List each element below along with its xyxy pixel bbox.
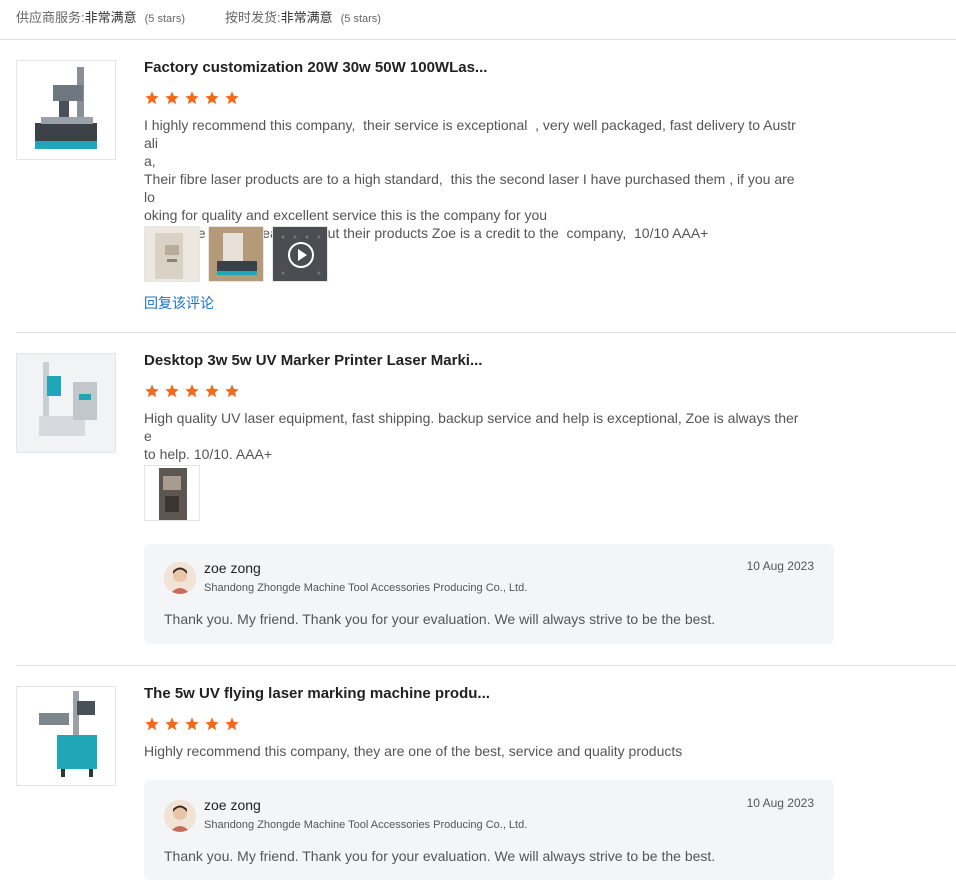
reply-date: 10 Aug 2023 (746, 796, 814, 810)
product-title[interactable]: The 5w UV flying laser marking machine p… (144, 685, 490, 702)
review-text: Highly recommend this company, they are … (144, 743, 683, 759)
star-icon (165, 717, 179, 731)
delivery-value: 非常满意 (280, 9, 333, 25)
avatar (164, 562, 196, 594)
reply-to-review-link[interactable]: 回复该评论 (144, 293, 214, 313)
star-rating (144, 383, 240, 399)
supplier-reply: zoe zong Shandong Zhongde Machine Tool A… (144, 544, 834, 644)
star-icon (145, 717, 159, 731)
star-icon (205, 384, 219, 398)
review-photo[interactable] (144, 465, 200, 521)
product-title[interactable]: Desktop 3w 5w UV Marker Printer Laser Ma… (144, 352, 482, 369)
star-icon (185, 384, 199, 398)
product-image[interactable] (16, 60, 116, 160)
star-icon (205, 91, 219, 105)
reply-author-name: zoe zong (204, 797, 261, 813)
star-icon (225, 717, 239, 731)
product-title[interactable]: Factory customization 20W 30w 50W 100WLa… (144, 59, 487, 76)
star-icon (145, 91, 159, 105)
product-image[interactable] (16, 686, 116, 786)
star-icon (185, 91, 199, 105)
rating-summary: 供应商服务: 非常满意 (5 stars) 按时发货: 非常满意 (5 star… (16, 7, 421, 25)
review-media (144, 226, 328, 282)
reply-text: Thank you. My friend. Thank you for your… (164, 848, 716, 864)
reply-company-name: Shandong Zhongde Machine Tool Accessorie… (204, 582, 528, 594)
supplier-service-rating: 供应商服务: 非常满意 (5 stars) (16, 7, 185, 26)
star-icon (225, 384, 239, 398)
delivery-label: 按时发货: (224, 9, 281, 25)
star-icon (165, 384, 179, 398)
review-text: High quality UV laser equipment, fast sh… (144, 410, 799, 462)
star-rating (144, 90, 240, 106)
supplier-service-label: 供应商服务: (16, 9, 85, 25)
divider (16, 665, 956, 666)
on-time-delivery-rating: 按时发货: 非常满意 (5 stars) (225, 7, 381, 26)
star-icon (225, 91, 239, 105)
star-rating (144, 716, 240, 732)
star-icon (205, 717, 219, 731)
review-text: I highly recommend this company, their s… (144, 117, 796, 241)
star-icon (145, 384, 159, 398)
review-photo[interactable] (144, 226, 200, 282)
supplier-reply: zoe zong Shandong Zhongde Machine Tool A… (144, 780, 834, 880)
supplier-service-value: 非常满意 (84, 9, 137, 25)
star-icon (185, 717, 199, 731)
product-image[interactable] (16, 353, 116, 453)
star-icon (165, 91, 179, 105)
review-photo[interactable] (208, 226, 264, 282)
avatar (164, 800, 196, 832)
review-media (144, 465, 200, 521)
review-video[interactable] (272, 226, 328, 282)
delivery-stars: (5 stars) (340, 12, 381, 25)
supplier-service-stars: (5 stars) (144, 12, 185, 25)
reply-text: Thank you. My friend. Thank you for your… (164, 611, 716, 627)
divider (16, 332, 956, 333)
reply-date: 10 Aug 2023 (746, 559, 814, 573)
reply-company-name: Shandong Zhongde Machine Tool Accessorie… (204, 819, 528, 831)
reply-author-name: zoe zong (204, 560, 261, 576)
divider (0, 39, 956, 40)
